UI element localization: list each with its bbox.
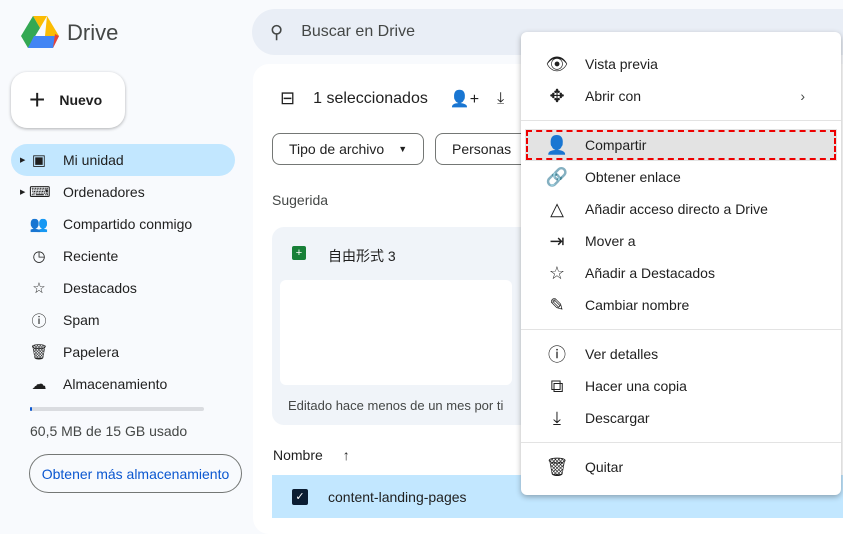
menu-item-get-link[interactable]: 🔗 Obtener enlace — [521, 161, 841, 193]
divider — [521, 120, 841, 121]
person-add-icon: 👤 — [545, 134, 569, 155]
label: Compartido conmigo — [63, 216, 193, 232]
menu-item-preview[interactable]: 👁 Vista previa — [521, 48, 841, 80]
storage-bar — [30, 407, 204, 411]
menu-item-share[interactable]: 👤 Compartir — [525, 129, 837, 161]
shared-icon: 👥 — [29, 216, 49, 233]
new-button[interactable]: + Nuevo — [11, 72, 125, 128]
menu-item-star[interactable]: ☆ Añadir a Destacados — [521, 257, 841, 289]
file-name: content-landing-pages — [328, 488, 467, 505]
file-thumbnail — [280, 280, 512, 385]
label: Mover a — [585, 233, 636, 249]
move-folder-icon: ⇥ — [549, 230, 565, 251]
label: Añadir a Destacados — [585, 265, 715, 281]
checkbox[interactable]: ✓ — [292, 488, 308, 505]
spam-icon: ⓘ — [31, 312, 47, 330]
label: Tipo de archivo — [289, 141, 385, 157]
search-icon: ⚲ — [270, 21, 284, 42]
link-icon: 🔗 — [545, 166, 569, 187]
copy-icon: ⧉ — [550, 375, 564, 396]
trash-icon: 🗑 — [545, 456, 569, 477]
star-icon: ☆ — [32, 280, 46, 297]
eye-icon: 👁 — [545, 53, 569, 74]
label: Descargar — [585, 410, 650, 426]
deselect-icon[interactable]: ⊟ — [280, 88, 295, 109]
download-icon: ⤓ — [553, 407, 561, 428]
label: Spam — [63, 312, 100, 328]
sidebar-item-spam[interactable]: ⓘ Spam — [11, 304, 235, 336]
label: Quitar — [585, 459, 624, 475]
my-drive-icon: ▣ — [31, 152, 47, 169]
divider — [521, 329, 841, 330]
get-more-storage-button[interactable]: Obtener más almacenamiento — [29, 454, 242, 493]
sidebar-item-starred[interactable]: ☆ Destacados — [11, 272, 235, 304]
filter-file-type[interactable]: Tipo de archivo ▼ — [272, 133, 425, 165]
star-icon: ☆ — [548, 262, 566, 283]
label: Cambiar nombre — [585, 297, 690, 313]
menu-item-download[interactable]: ⤓ Descargar — [521, 402, 841, 434]
label: Mi unidad — [63, 152, 124, 168]
sidebar-item-storage[interactable]: ☁ Almacenamiento — [11, 368, 235, 400]
computers-icon: ⌨ — [29, 184, 51, 201]
sidebar-item-trash[interactable]: 🗑 Papelera — [11, 336, 235, 368]
sort-up-icon[interactable]: ↑ — [343, 447, 350, 463]
trash-icon: 🗑 — [29, 344, 49, 361]
label: Compartir — [585, 137, 647, 153]
divider — [521, 442, 841, 443]
label: Abrir con — [585, 88, 642, 104]
drive-logo-icon — [21, 16, 59, 48]
menu-item-add-shortcut[interactable]: △ Añadir acceso directo a Drive — [521, 193, 841, 225]
menu-item-remove[interactable]: 🗑 Quitar — [521, 451, 841, 483]
sidebar-item-recent[interactable]: ◷ Reciente — [11, 240, 235, 272]
sheets-icon: + — [292, 246, 306, 260]
label: Destacados — [63, 280, 137, 296]
shortcut-icon: △ — [550, 198, 564, 219]
selection-bar: ⊟ 1 seleccionados 👤+ ⤓ — [280, 88, 504, 109]
download-icon[interactable]: ⤓ — [497, 90, 504, 108]
sidebar-item-my-drive[interactable]: ▶ ▣ Mi unidad — [11, 144, 235, 176]
pencil-icon: ✎ — [549, 294, 565, 315]
search-input[interactable]: Buscar en Drive — [301, 23, 415, 41]
dropdown-icon: ▼ — [398, 144, 408, 154]
label: Papelera — [63, 344, 120, 360]
plus-icon: + — [29, 84, 46, 115]
context-menu: 👁 Vista previa ✥ Abrir con › 👤 Compartir 🔗 Ob… — [521, 32, 841, 495]
suggested-heading: Sugerida — [272, 192, 329, 208]
column-header-name[interactable]: Nombre ↑ — [273, 447, 350, 463]
label: Reciente — [63, 248, 119, 264]
move-arrows-icon: ✥ — [549, 85, 565, 106]
selected-count: 1 seleccionados — [313, 89, 428, 107]
expand-icon[interactable]: ▶ — [20, 156, 25, 164]
sidebar-item-shared[interactable]: 👥 Compartido conmigo — [11, 208, 235, 240]
info-icon: ⓘ — [548, 345, 566, 365]
expand-icon[interactable]: ▶ — [20, 188, 25, 196]
menu-item-rename[interactable]: ✎ Cambiar nombre — [521, 289, 841, 321]
sidebar-nav: ▶ ▣ Mi unidad ▶ ⌨ Ordenadores 👥 Compartido co… — [11, 144, 235, 400]
label: Ordenadores — [63, 184, 145, 200]
app-name: Drive — [67, 20, 119, 45]
label: Obtener enlace — [585, 169, 681, 185]
clock-icon: ◷ — [32, 248, 46, 265]
menu-item-details[interactable]: ⓘ Ver detalles — [521, 338, 841, 370]
sidebar-item-computers[interactable]: ▶ ⌨ Ordenadores — [11, 176, 235, 208]
menu-item-move[interactable]: ⇥ Mover a — [521, 225, 841, 257]
menu-item-open-with[interactable]: ✥ Abrir con › — [521, 80, 841, 112]
label: Hacer una copia — [585, 378, 687, 394]
chevron-right-icon: › — [800, 88, 805, 104]
label: Vista previa — [585, 56, 658, 72]
label: Nombre — [273, 447, 323, 463]
label: Añadir acceso directo a Drive — [585, 201, 768, 217]
card-subtitle: Editado hace menos de un mes por ti — [288, 398, 504, 413]
label: Personas — [452, 141, 512, 157]
menu-item-copy[interactable]: ⧉ Hacer una copia — [521, 370, 841, 402]
new-label: Nuevo — [59, 92, 103, 108]
card-title: 自由形式 3 — [328, 248, 396, 264]
label: Ver detalles — [585, 346, 659, 362]
storage-usage: 60,5 MB de 15 GB usado — [30, 423, 188, 439]
share-icon[interactable]: 👤+ — [450, 89, 479, 109]
cloud-icon: ☁ — [31, 376, 47, 393]
label: Almacenamiento — [63, 376, 168, 392]
